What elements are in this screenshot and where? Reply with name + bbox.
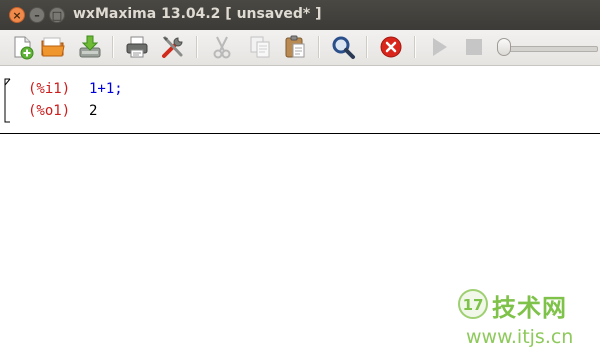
find-button[interactable] <box>330 34 356 60</box>
input-expression[interactable]: 1+1; <box>89 81 123 97</box>
animation-slider-handle[interactable] <box>497 38 511 56</box>
cell-bracket-icon <box>4 78 11 123</box>
watermark: 17 技术网 www.itjs.cn <box>452 282 598 356</box>
toolbar <box>0 30 600 66</box>
paste-button[interactable] <box>282 34 308 60</box>
new-document-button[interactable] <box>9 34 35 60</box>
scissors-icon <box>213 36 231 59</box>
save-button[interactable] <box>77 34 103 60</box>
toolbar-separator <box>414 36 416 58</box>
copy-button[interactable] <box>247 34 273 60</box>
toolbar-separator <box>112 36 114 58</box>
toolbar-separator <box>196 36 198 58</box>
insertion-line <box>0 133 600 134</box>
save-download-icon <box>79 35 101 58</box>
new-file-icon <box>14 36 34 60</box>
copy-icon <box>250 36 270 58</box>
play-animation-button[interactable] <box>426 34 452 60</box>
tools-icon <box>162 36 183 58</box>
stop-x-icon <box>380 36 402 58</box>
cut-button[interactable] <box>209 34 235 60</box>
stop-animation-button[interactable] <box>461 34 487 60</box>
clipboard-icon <box>285 35 305 58</box>
stop-square-icon <box>466 39 482 55</box>
output-value: 2 <box>89 103 98 119</box>
output-label: (%o1) <box>28 103 71 119</box>
logo-text: 17 <box>463 296 484 314</box>
window-title: wxMaxima 13.04.2 [ unsaved* ] <box>73 6 322 22</box>
animation-slider-track[interactable] <box>508 46 598 52</box>
watermark-url: www.itjs.cn <box>466 326 574 348</box>
magnifier-icon <box>332 36 355 59</box>
maximize-window-button[interactable]: □ <box>49 7 65 23</box>
open-button[interactable] <box>40 34 66 60</box>
print-button[interactable] <box>124 34 150 60</box>
title-bar[interactable]: × – □ wxMaxima 13.04.2 [ unsaved* ] <box>0 0 600 30</box>
printer-icon <box>126 36 148 58</box>
toolbar-separator <box>366 36 368 58</box>
folder-open-icon <box>41 37 65 57</box>
minimize-window-button[interactable]: – <box>29 7 45 23</box>
configure-button[interactable] <box>160 34 186 60</box>
watermark-brand: 技术网 <box>492 294 567 322</box>
toolbar-separator <box>318 36 320 58</box>
close-window-button[interactable]: × <box>9 7 25 23</box>
wxmaxima-window: × – □ wxMaxima 13.04.2 [ unsaved* ] (%i1… <box>0 0 600 359</box>
cell-bracket[interactable] <box>4 78 11 123</box>
play-icon <box>433 38 447 56</box>
itjs-logo-icon: 17 <box>457 288 489 320</box>
interrupt-button[interactable] <box>378 34 404 60</box>
input-label: (%i1) <box>28 81 71 97</box>
